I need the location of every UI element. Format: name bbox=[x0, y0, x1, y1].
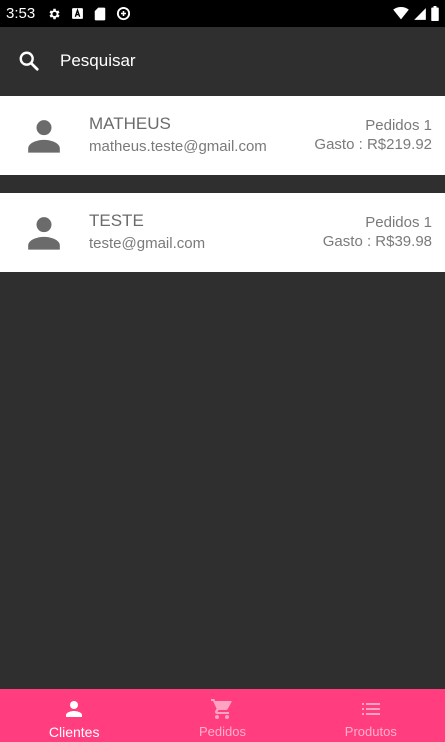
sd-card-icon bbox=[94, 7, 106, 21]
screen: 3:53 Pesquisar MATHEUS matheus.teste@gma… bbox=[0, 0, 445, 742]
cart-icon bbox=[210, 697, 234, 721]
wifi-icon bbox=[393, 7, 409, 20]
client-name: TESTE bbox=[89, 211, 144, 230]
status-icons-right bbox=[393, 6, 439, 21]
status-time: 3:53 bbox=[6, 5, 36, 22]
client-info: MATHEUS matheus.teste@gmail.com bbox=[89, 114, 314, 157]
tab-produtos[interactable]: Produtos bbox=[297, 689, 445, 742]
client-name: MATHEUS bbox=[89, 114, 171, 133]
client-stats: Pedidos 1 Gasto : R$219.92 bbox=[314, 117, 432, 154]
client-email: matheus.teste@gmail.com bbox=[89, 138, 267, 155]
battery-icon bbox=[431, 6, 439, 21]
client-card[interactable]: TESTE teste@gmail.com Pedidos 1 Gasto : … bbox=[0, 193, 445, 272]
client-stats: Pedidos 1 Gasto : R$39.98 bbox=[323, 214, 432, 251]
status-bar: 3:53 bbox=[0, 0, 445, 27]
person-icon bbox=[24, 116, 64, 156]
list-icon bbox=[359, 697, 383, 721]
search-bar bbox=[0, 27, 445, 95]
settings-icon bbox=[47, 7, 61, 21]
client-spent: Gasto : R$39.98 bbox=[322, 233, 432, 250]
tab-produtos-label: Produtos bbox=[344, 724, 397, 739]
tab-pedidos-label: Pedidos bbox=[199, 724, 246, 739]
person-icon bbox=[24, 213, 64, 253]
search-input[interactable] bbox=[60, 51, 380, 71]
search-icon[interactable] bbox=[18, 50, 40, 72]
client-card[interactable]: MATHEUS matheus.teste@gmail.com Pedidos … bbox=[0, 96, 445, 175]
data-saver-icon bbox=[116, 6, 131, 21]
client-orders: Pedidos 1 bbox=[365, 214, 432, 231]
tab-clientes-label: Clientes bbox=[48, 724, 100, 740]
person-icon bbox=[62, 697, 86, 721]
status-icons-left bbox=[47, 6, 131, 21]
signal-icon bbox=[413, 7, 427, 21]
client-orders: Pedidos 1 bbox=[365, 117, 432, 134]
tab-clientes[interactable]: Clientes bbox=[0, 689, 148, 742]
client-info: TESTE teste@gmail.com bbox=[89, 211, 323, 254]
client-email: teste@gmail.com bbox=[89, 235, 206, 252]
client-spent: Gasto : R$219.92 bbox=[314, 136, 432, 153]
app-a-icon bbox=[71, 7, 84, 20]
tab-pedidos[interactable]: Pedidos bbox=[148, 689, 296, 742]
bottom-nav: Clientes Pedidos Produtos bbox=[0, 689, 445, 742]
